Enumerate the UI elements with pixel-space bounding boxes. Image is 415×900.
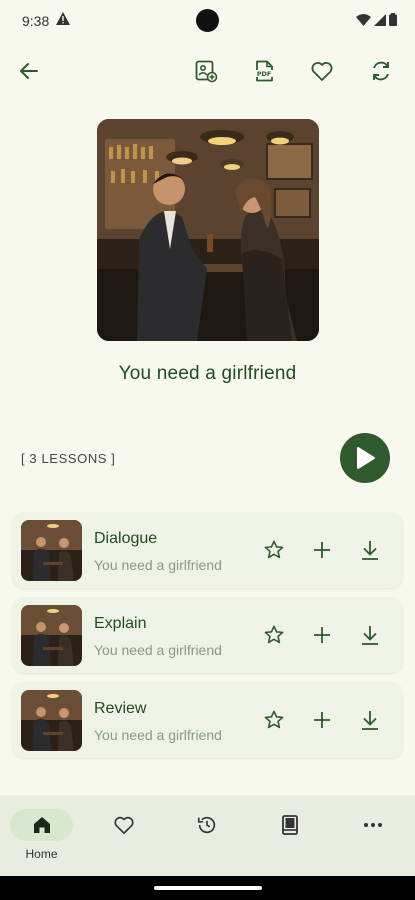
lesson-card[interactable]: Review You need a girlfriend	[12, 682, 403, 758]
system-gesture-bar	[0, 876, 415, 900]
refresh-icon[interactable]	[367, 57, 395, 85]
lesson-thumbnail	[21, 690, 82, 751]
back-arrow-icon[interactable]	[15, 57, 43, 85]
wifi-icon	[356, 13, 371, 31]
download-icon[interactable]	[358, 623, 382, 647]
lesson-card[interactable]: Dialogue You need a girlfriend	[12, 512, 403, 588]
history-icon	[195, 813, 219, 837]
lesson-name: Explain	[94, 615, 147, 632]
download-icon[interactable]	[358, 708, 382, 732]
nav-item-home[interactable]: Home	[0, 795, 83, 876]
play-icon	[357, 447, 375, 469]
nav-item-history[interactable]	[166, 795, 249, 876]
gesture-handle[interactable]	[154, 886, 262, 890]
alert-icon	[56, 12, 70, 30]
pdf-icon[interactable]: PDF	[250, 57, 278, 85]
camera-cutout	[196, 9, 219, 32]
course-title: You need a girlfriend	[118, 363, 297, 384]
star-icon[interactable]	[262, 623, 286, 647]
status-time: 9:38	[22, 13, 50, 29]
more-icon	[361, 813, 385, 837]
status-icons	[356, 13, 397, 31]
lesson-subtitle: You need a girlfriend	[94, 727, 222, 743]
lesson-name: Review	[94, 700, 147, 717]
add-icon[interactable]	[310, 623, 334, 647]
favorite-heart-icon[interactable]	[308, 57, 336, 85]
lesson-thumbnail	[21, 520, 82, 581]
nav-label-home: Home	[25, 847, 58, 861]
nav-item-library[interactable]	[249, 795, 332, 876]
signal-icon	[374, 13, 386, 31]
status-bar: 9:38	[0, 0, 415, 40]
battery-icon	[389, 13, 397, 31]
lesson-name: Dialogue	[94, 530, 158, 547]
add-icon[interactable]	[310, 708, 334, 732]
star-icon[interactable]	[262, 538, 286, 562]
add-to-list-icon[interactable]	[192, 57, 220, 85]
add-icon[interactable]	[310, 538, 334, 562]
play-all-button[interactable]	[340, 433, 390, 483]
nav-active-indicator	[10, 809, 73, 841]
nav-item-favorites[interactable]	[83, 795, 166, 876]
nav-item-more[interactable]	[332, 795, 415, 876]
lesson-card[interactable]: Explain You need a girlfriend	[12, 597, 403, 673]
book-icon	[278, 813, 302, 837]
heart-icon	[112, 813, 136, 837]
svg-text:PDF: PDF	[257, 70, 272, 78]
lesson-thumbnail	[21, 605, 82, 666]
bottom-navigation: Home	[0, 795, 415, 876]
lesson-subtitle: You need a girlfriend	[94, 642, 222, 658]
lesson-subtitle: You need a girlfriend	[94, 557, 222, 573]
home-icon	[33, 817, 50, 833]
star-icon[interactable]	[262, 708, 286, 732]
download-icon[interactable]	[358, 538, 382, 562]
lessons-count: [ 3 LESSONS ]	[21, 451, 116, 466]
course-cover-image	[97, 119, 319, 341]
